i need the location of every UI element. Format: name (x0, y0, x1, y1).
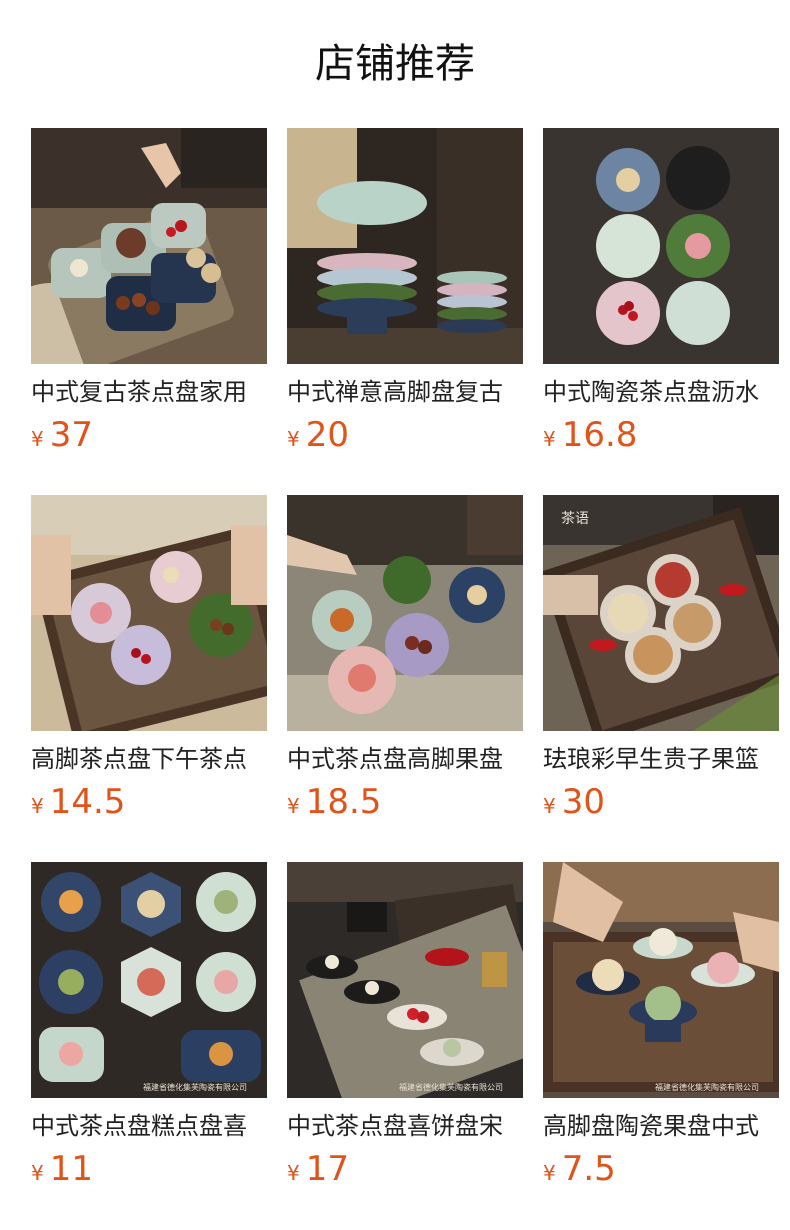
price-value: 20 (305, 415, 349, 455)
brand-logo: 茶语 (561, 511, 589, 527)
product-name[interactable]: 高脚茶点盘下午茶点 (31, 742, 267, 776)
price-value: 18.5 (305, 782, 382, 822)
currency-symbol: ¥ (287, 1161, 300, 1185)
pedestal-plates-wood-tray-photo: 福建省德化集芙陶瓷有限公司 (543, 862, 779, 1098)
currency-symbol: ¥ (287, 427, 300, 451)
product-name[interactable]: 中式茶点盘糕点盘喜 (31, 1109, 267, 1143)
flower-dishes-grid-photo (543, 128, 779, 364)
product-price: ¥7.5 (543, 1147, 779, 1191)
product-image[interactable]: 福建省德化集芙陶瓷有限公司 (287, 862, 523, 1098)
watermark-text: 福建省德化集芙陶瓷有限公司 (399, 1082, 503, 1092)
product-price: ¥18.5 (287, 780, 523, 824)
watermark-text: 福建省德化集芙陶瓷有限公司 (143, 1082, 247, 1092)
watermark-text: 福建省德化集芙陶瓷有限公司 (655, 1082, 759, 1092)
currency-symbol: ¥ (31, 427, 44, 451)
shaped-dishes-mooncakes-photo: 福建省德化集芙陶瓷有限公司 (31, 862, 267, 1098)
page-title: 店铺推荐 (315, 41, 475, 87)
product-image[interactable]: 福建省德化集芙陶瓷有限公司 (543, 862, 779, 1098)
product-price: ¥37 (31, 413, 267, 457)
product-price: ¥30 (543, 780, 779, 824)
currency-symbol: ¥ (543, 1161, 556, 1185)
product-card[interactable]: 高脚茶点盘下午茶点 ¥14.5 (31, 495, 267, 830)
product-name[interactable]: 珐琅彩早生贵子果篮 (543, 742, 779, 776)
currency-symbol: ¥ (543, 794, 556, 818)
product-price: ¥11 (31, 1147, 267, 1191)
product-image[interactable]: 福建省德化集芙陶瓷有限公司 (31, 862, 267, 1098)
price-value: 37 (49, 415, 93, 455)
product-card[interactable]: 中式复古茶点盘家用 ¥37 (31, 128, 267, 463)
currency-symbol: ¥ (287, 794, 300, 818)
product-image[interactable]: 茶语 (543, 495, 779, 731)
product-card[interactable]: 福建省德化集芙陶瓷有限公司 中式茶点盘糕点盘喜 ¥11 (31, 862, 267, 1197)
price-value: 30 (561, 782, 605, 822)
product-price: ¥16.8 (543, 413, 779, 457)
currency-symbol: ¥ (31, 794, 44, 818)
product-card[interactable]: 中式禅意高脚盘复古 ¥20 (287, 128, 523, 463)
price-value: 11 (49, 1149, 93, 1189)
flower-bowls-snacks-photo (287, 495, 523, 731)
product-card[interactable]: 茶语 珐琅彩早生贵子果篮 ¥30 (543, 495, 779, 830)
stacked-pedestal-plates-photo (287, 128, 523, 364)
product-card[interactable]: 福建省德化集芙陶瓷有限公司 高脚盘陶瓷果盘中式 ¥7.5 (543, 862, 779, 1197)
currency-symbol: ¥ (31, 1161, 44, 1185)
currency-symbol: ¥ (543, 427, 556, 451)
product-name[interactable]: 中式复古茶点盘家用 (31, 375, 267, 409)
flower-plates-rattan-tray-photo (31, 495, 267, 731)
pedestal-dishes-table-runner-photo: 福建省德化集芙陶瓷有限公司 (287, 862, 523, 1098)
enamel-bowls-nuts-tray-photo: 茶语 (543, 495, 779, 731)
price-value: 7.5 (561, 1149, 616, 1189)
product-card[interactable]: 中式陶瓷茶点盘沥水 ¥16.8 (543, 128, 779, 463)
product-image[interactable] (287, 128, 523, 364)
product-name[interactable]: 中式禅意高脚盘复古 (287, 375, 523, 409)
price-value: 14.5 (49, 782, 126, 822)
product-name[interactable]: 中式茶点盘高脚果盘 (287, 742, 523, 776)
product-price: ¥14.5 (31, 780, 267, 824)
product-name[interactable]: 中式陶瓷茶点盘沥水 (543, 375, 779, 409)
tea-snack-plates-tray-photo (31, 128, 267, 364)
product-grid: 中式复古茶点盘家用 ¥37 中式禅意高脚盘复古 ¥ 20 中式陶瓷茶点盘沥水 ¥… (31, 128, 779, 1197)
price-value: 16.8 (561, 415, 638, 455)
price-value: 17 (305, 1149, 349, 1189)
product-name[interactable]: 中式茶点盘喜饼盘宋 (287, 1109, 523, 1143)
product-name[interactable]: 高脚盘陶瓷果盘中式 (543, 1109, 779, 1143)
product-image[interactable] (287, 495, 523, 731)
product-price: ¥20 (287, 413, 523, 457)
product-image[interactable] (31, 128, 267, 364)
product-card[interactable]: 中式茶点盘高脚果盘 ¥18.5 (287, 495, 523, 830)
product-price: ¥17 (287, 1147, 523, 1191)
product-image[interactable] (31, 495, 267, 731)
product-card[interactable]: 福建省德化集芙陶瓷有限公司 中式茶点盘喜饼盘宋 ¥17 (287, 862, 523, 1197)
product-image[interactable] (543, 128, 779, 364)
